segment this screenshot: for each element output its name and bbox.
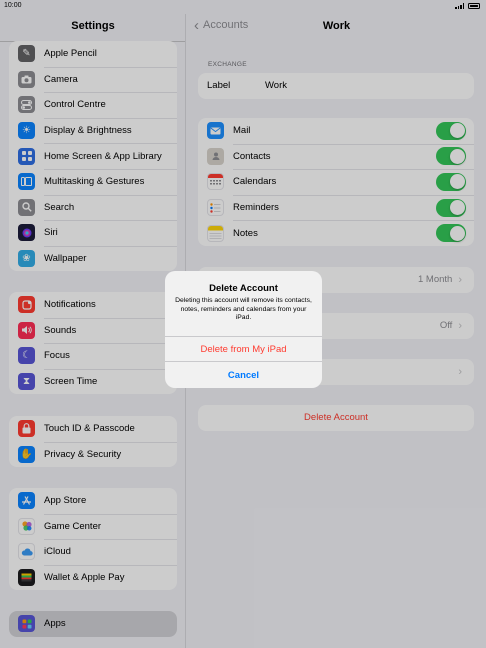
cancel-button[interactable]: Cancel [165, 361, 322, 388]
alert-title: Delete Account [209, 283, 278, 294]
alert-message: Deleting this account will remove its co… [175, 297, 312, 321]
delete-account-alert: Delete Account Deleting this account wil… [165, 271, 322, 388]
delete-from-ipad-button[interactable]: Delete from My iPad [165, 336, 322, 361]
